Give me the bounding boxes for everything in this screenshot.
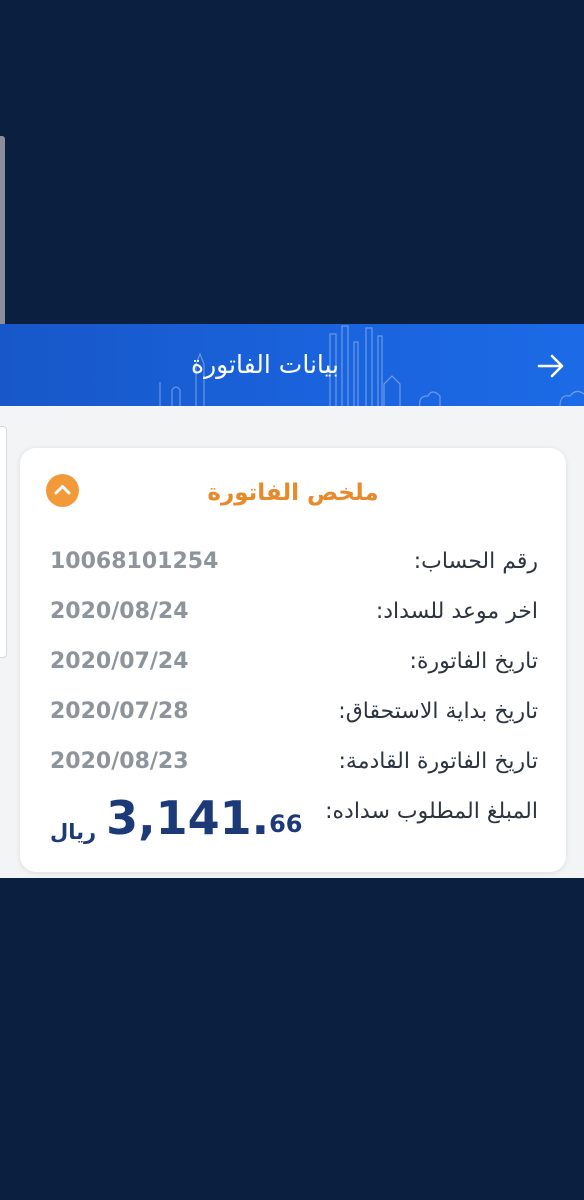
amount-decimal-point: . — [251, 791, 270, 845]
header-title: بيانات الفاتورة — [190, 350, 340, 379]
period-start-label: تاريخ بداية الاستحقاق: — [338, 699, 538, 724]
side-handle — [0, 136, 5, 326]
amount-fraction: 66 — [269, 810, 303, 838]
due-date-label: اخر موعد للسداد: — [375, 599, 538, 624]
account-number-label: رقم الحساب: — [413, 549, 538, 574]
arrow-right-icon[interactable] — [536, 352, 566, 380]
period-start-value: 2020/07/28 — [50, 699, 189, 724]
next-invoice-date-label: تاريخ الفاتورة القادمة: — [338, 749, 538, 774]
chevron-up-icon — [54, 485, 71, 495]
dark-background-top — [0, 0, 584, 324]
collapse-button[interactable] — [46, 474, 79, 507]
amount-due: ريال 3,141.66 — [50, 792, 310, 848]
due-date-value: 2020/08/24 — [50, 599, 189, 624]
card-title: ملخص الفاتورة — [207, 480, 379, 506]
amount-due-label: المبلغ المطلوب سداده: — [325, 799, 538, 824]
currency-label: ريال — [50, 820, 97, 844]
amount-integer: 3,141 — [106, 791, 252, 845]
invoice-date-label: تاريخ الفاتورة: — [409, 649, 538, 674]
page-header: بيانات الفاتورة — [0, 324, 584, 406]
account-number-value: 10068101254 — [50, 549, 219, 574]
next-invoice-date-value: 2020/08/23 — [50, 749, 189, 774]
invoice-date-value: 2020/07/24 — [50, 649, 189, 674]
side-drawer-handle — [0, 426, 7, 658]
